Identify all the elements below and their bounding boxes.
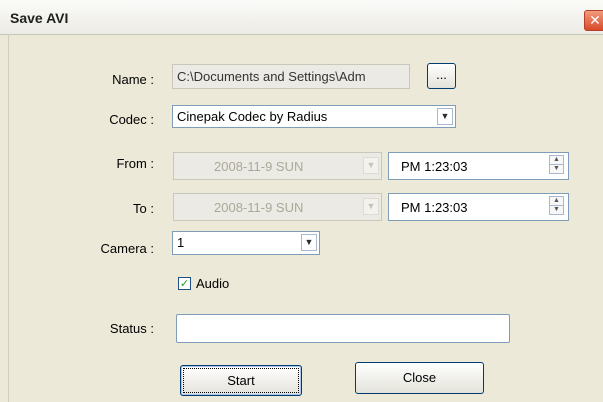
codec-label: Codec : — [109, 112, 154, 127]
to-date-value: 2008-11-9 SUN — [214, 200, 304, 215]
start-button-label: Start — [227, 373, 255, 388]
from-time-field[interactable]: PM 1:23:03 ▲ ▼ — [388, 152, 569, 180]
codec-value: Cinepak Codec by Radius — [177, 109, 328, 124]
codec-select[interactable]: Cinepak Codec by Radius ▼ — [172, 105, 456, 128]
close-icon: ✕ — [589, 13, 601, 29]
check-icon: ✓ — [179, 277, 190, 290]
from-time-spinner[interactable]: ▲ ▼ — [549, 155, 564, 174]
browse-label: ... — [436, 67, 447, 82]
camera-select[interactable]: 1 ▼ — [172, 231, 320, 255]
window-left-border — [8, 34, 9, 402]
start-button[interactable]: Start — [180, 365, 302, 396]
caret-up-icon[interactable]: ▲ — [550, 156, 563, 164]
from-date-value: 2008-11-9 SUN — [214, 159, 304, 174]
from-time-value: PM 1:23:03 — [401, 159, 468, 174]
chevron-down-icon[interactable]: ▼ — [301, 234, 317, 251]
status-label: Status : — [109, 321, 154, 336]
chevron-down-icon[interactable]: ▼ — [363, 198, 379, 215]
to-date-picker[interactable]: 2008-11-9 SUN ▼ — [173, 193, 382, 221]
name-path-value: C:\Documents and Settings\Adm — [177, 69, 366, 84]
name-label: Name : — [112, 72, 154, 87]
status-field — [176, 314, 510, 343]
close-button-label: Close — [402, 370, 437, 385]
audio-checkbox[interactable]: ✓ — [178, 277, 191, 290]
caret-down-icon[interactable]: ▼ — [550, 164, 563, 173]
close-window-button[interactable]: ✕ — [584, 10, 603, 31]
name-path-field[interactable]: C:\Documents and Settings\Adm — [172, 64, 410, 89]
browse-button[interactable]: ... — [427, 63, 456, 89]
window-title: Save AVI — [10, 10, 69, 26]
to-label: To : — [133, 201, 154, 216]
from-date-picker[interactable]: 2008-11-9 SUN ▼ — [173, 152, 382, 180]
close-button[interactable]: Close — [355, 362, 484, 394]
caret-up-icon[interactable]: ▲ — [550, 197, 563, 205]
to-time-field[interactable]: PM 1:23:03 ▲ ▼ — [388, 193, 569, 221]
chevron-down-icon[interactable]: ▼ — [363, 157, 379, 174]
camera-value: 1 — [177, 235, 185, 250]
from-label: From : — [116, 156, 154, 171]
caret-down-icon[interactable]: ▼ — [550, 205, 563, 214]
to-time-value: PM 1:23:03 — [401, 200, 468, 215]
to-time-spinner[interactable]: ▲ ▼ — [549, 196, 564, 215]
title-bar[interactable]: Save AVI ✕ — [0, 0, 603, 35]
save-avi-dialog: Save AVI ✕ Name : C:\Documents and Setti… — [0, 0, 603, 402]
camera-label: Camera : — [100, 241, 154, 256]
chevron-down-icon[interactable]: ▼ — [437, 108, 453, 125]
audio-label[interactable]: Audio — [196, 276, 229, 291]
